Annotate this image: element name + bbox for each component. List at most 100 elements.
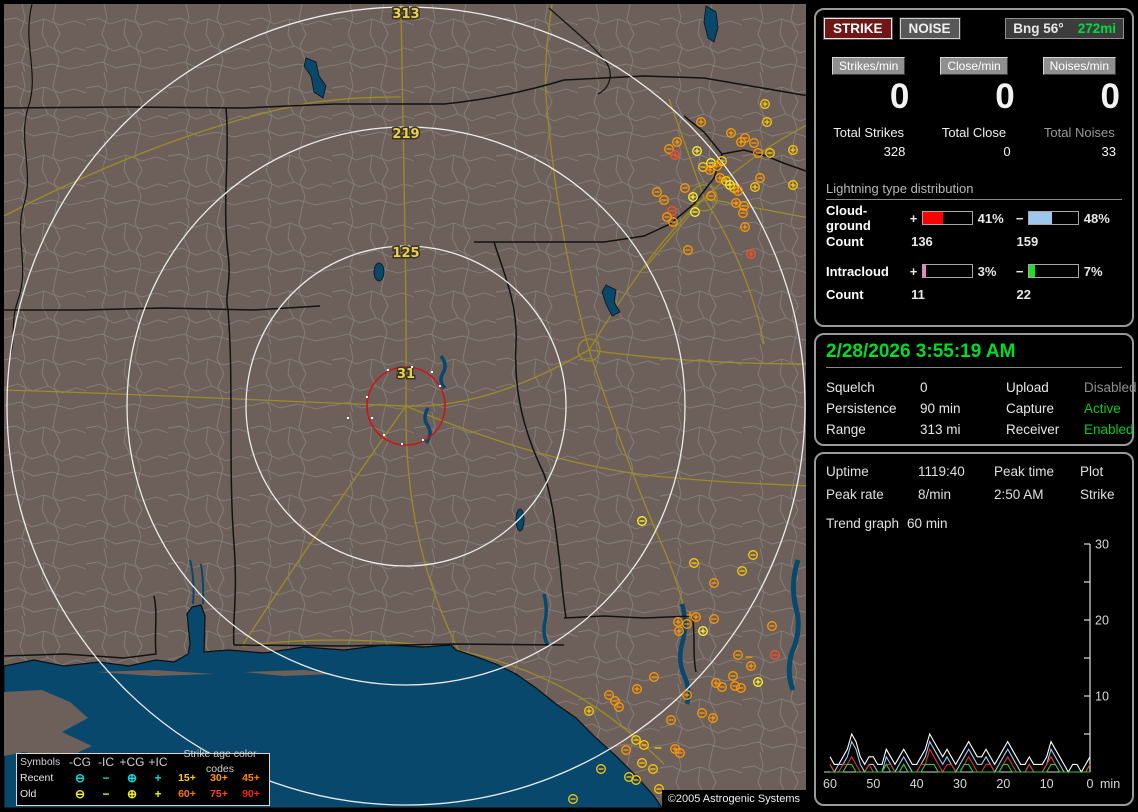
cg-positive-pct: 41%: [977, 210, 1004, 226]
trend-x-tick: 10: [1040, 777, 1054, 791]
legend-row-old: Old ⊖ − ⊕ +60+ 75+ 90+: [17, 786, 269, 802]
legend-col-neg-ic: -IC: [98, 754, 114, 769]
peak-rate-label: Peak rate: [826, 487, 884, 502]
ic-negative-count: 22: [1016, 287, 1032, 302]
trend-x-tick: 60: [823, 777, 837, 791]
strike-symbol: [347, 417, 349, 419]
strikes-per-min-button[interactable]: Strikes/min: [831, 57, 906, 75]
strike-symbol: [387, 369, 389, 371]
bearing-value: Bng 56°: [1013, 21, 1064, 36]
noises-per-min-button[interactable]: Noises/min: [1042, 57, 1116, 75]
strikes-counter-column: Strikes/min 0 Total Strikes 328: [816, 57, 921, 159]
strike-symbol: [439, 385, 441, 387]
close-per-min-button[interactable]: Close/min: [940, 57, 1008, 75]
legend-strike-glyph: −: [102, 770, 110, 785]
cg-positive-bar: [921, 211, 973, 225]
strike-symbol: [401, 443, 403, 445]
legend-symbols-header: Symbols: [20, 755, 61, 768]
status-box: 2/28/2026 3:55:19 AM Squelch 0 Upload Di…: [814, 333, 1137, 446]
lightning-detector-window: 313 219 125 31 Symbols -CG -IC +CG +IC Stri…: [0, 0, 1138, 812]
persistence-value: 90 min: [920, 401, 961, 416]
counters-box: STRIKE NOISE Bng 56° 272mi Strikes/min 0…: [814, 8, 1134, 327]
receiver-status: Enabled: [1084, 422, 1134, 437]
plus-sign: +: [909, 210, 918, 226]
trend-series-positive-cg: [829, 747, 1091, 774]
squelch-value: 0: [920, 380, 928, 395]
trend-y-tick: 30: [1095, 538, 1109, 552]
ic-negative-pct: 7%: [1083, 263, 1103, 279]
capture-label: Capture: [1006, 401, 1055, 416]
cg-negative-pct: 48%: [1083, 210, 1110, 226]
legend-col-pos-cg: +CG: [119, 754, 145, 769]
map-legend: Symbols -CG -IC +CG +IC Strike age color…: [16, 748, 270, 806]
ic-positive-count: 11: [911, 287, 925, 302]
trend-graph-window: 60 min: [907, 516, 948, 531]
cg-negative-count: 159: [1016, 234, 1039, 249]
bearing-distance: 272mi: [1077, 21, 1116, 36]
trend-graph: 10 20 30 60 50 40 30 20 10 0 min: [823, 538, 1120, 792]
strike-symbol: [422, 439, 424, 441]
intracloud-row: Intracloud + 3% − 7%: [826, 263, 1122, 279]
legend-row-recent: Recent ⊖ − ⊕ +15+ 30+ 45+: [17, 770, 269, 786]
intracloud-label: Intracloud: [826, 263, 889, 279]
trend-series-total-strikes: [829, 732, 1091, 774]
minus-sign: −: [1015, 263, 1024, 279]
receiver-label: Receiver: [1006, 422, 1060, 437]
range-value: 313 mi: [920, 422, 961, 437]
total-noises-value: 33: [1101, 144, 1116, 159]
total-strikes-value: 328: [883, 144, 906, 159]
strike-symbol: [366, 396, 368, 398]
upload-label: Upload: [1006, 380, 1049, 395]
legend-row-label: Recent: [20, 771, 54, 784]
total-close-label: Total Close: [941, 125, 1007, 140]
cg-positive-count: 136: [911, 234, 933, 249]
strikes-per-min-value: 0: [889, 77, 910, 116]
total-close-value: 0: [1003, 144, 1011, 159]
ring-label-31: 31: [397, 367, 415, 382]
noises-counter-column: Noises/min 0 Total Noises 33: [1027, 57, 1132, 159]
strike-toggle-button[interactable]: STRIKE: [823, 17, 893, 40]
plus-sign: +: [909, 263, 918, 279]
status-panel: STRIKE NOISE Bng 56° 272mi Strikes/min 0…: [812, 0, 1138, 812]
trend-x-tick: 50: [866, 777, 880, 791]
legend-strike-glyph: ⊖: [74, 770, 86, 785]
ring-label-313: 313: [392, 7, 419, 22]
rate-counters: Strikes/min 0 Total Strikes 328 Close/mi…: [816, 57, 1132, 159]
legend-row-label: Old: [20, 787, 37, 800]
cloud-ground-count-row: Count 136 159: [826, 234, 1122, 249]
legend-strike-glyph: −: [102, 786, 110, 801]
trend-x-tick: 30: [953, 777, 967, 791]
persistence-label: Persistence: [826, 401, 897, 416]
noise-toggle-button[interactable]: NOISE: [898, 17, 961, 40]
count-label: Count: [826, 287, 864, 302]
peak-time-label: Peak time: [994, 464, 1055, 479]
legend-strike-glyph: +: [154, 770, 162, 785]
plot-value: Strike: [1080, 487, 1115, 502]
trend-x-tick: 20: [996, 777, 1010, 791]
close-per-min-value: 0: [995, 77, 1015, 116]
legend-col-neg-cg: -CG: [69, 754, 91, 769]
distribution-title: Lightning type distribution: [826, 181, 1122, 200]
uptime-label: Uptime: [826, 464, 869, 479]
bearing-display: Bng 56° 272mi: [1005, 18, 1124, 39]
upload-status: Disabled: [1084, 380, 1137, 395]
legend-age-code: 15+: [178, 771, 196, 784]
strike-map[interactable]: 313 219 125 31 Symbols -CG -IC +CG +IC Stri…: [4, 4, 806, 808]
ring-label-125: 125: [392, 246, 419, 261]
legend-strike-glyph: ⊕: [126, 786, 138, 801]
squelch-label: Squelch: [826, 380, 875, 395]
cg-negative-bar: [1027, 211, 1079, 225]
strike-symbol: [371, 417, 373, 419]
capture-status: Active: [1084, 401, 1121, 416]
cloud-ground-label: Cloud-ground: [826, 203, 871, 233]
map-canvas: 313 219 125 31: [4, 4, 806, 808]
strike-symbol: [431, 371, 433, 373]
ic-positive-pct: 3%: [977, 263, 997, 279]
legend-strike-glyph: ⊖: [74, 786, 86, 801]
total-strikes-label: Total Strikes: [833, 125, 905, 140]
ring-label-219: 219: [392, 127, 419, 142]
trend-y-tick: 10: [1095, 690, 1109, 704]
datetime-display: 2/28/2026 3:55:19 AM: [826, 341, 1122, 368]
ic-positive-bar: [921, 264, 973, 278]
legend-age-code: 45+: [242, 771, 260, 784]
